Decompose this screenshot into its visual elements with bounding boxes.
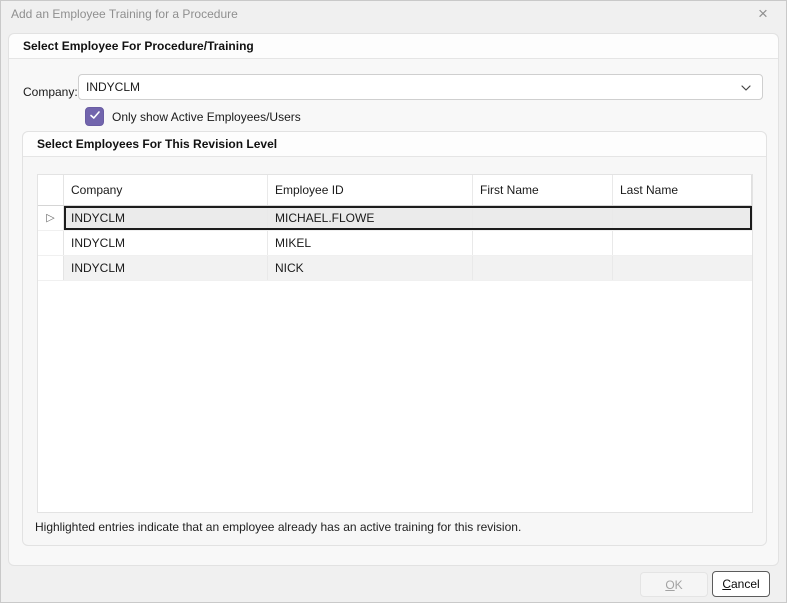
ok-button[interactable]: OK bbox=[640, 572, 708, 597]
table-row[interactable]: INDYCLMMIKEL bbox=[38, 231, 752, 256]
header-last-name[interactable]: Last Name bbox=[613, 175, 752, 205]
table-row[interactable]: INDYCLMNICK bbox=[38, 256, 752, 281]
highlighted-entries-note: Highlighted entries indicate that an emp… bbox=[35, 520, 521, 534]
close-icon[interactable]: × bbox=[746, 0, 780, 28]
select-employees-revision-title: Select Employees For This Revision Level bbox=[23, 132, 766, 157]
table-header-row: Company Employee ID First Name Last Name bbox=[38, 175, 752, 206]
select-employee-group-title: Select Employee For Procedure/Training bbox=[9, 34, 778, 59]
dialog-title: Add an Employee Training for a Procedure bbox=[11, 7, 238, 21]
header-first-name[interactable]: First Name bbox=[473, 175, 613, 205]
cell-last-name[interactable] bbox=[613, 256, 752, 280]
cell-last-name[interactable] bbox=[613, 206, 752, 230]
header-company[interactable]: Company bbox=[64, 175, 268, 205]
dialog-add-employee-training: Add an Employee Training for a Procedure… bbox=[0, 0, 787, 603]
cell-first-name[interactable] bbox=[473, 256, 613, 280]
chevron-down-icon[interactable] bbox=[740, 82, 752, 97]
cell-employee-id[interactable]: NICK bbox=[268, 256, 473, 280]
cell-company[interactable]: INDYCLM bbox=[64, 231, 268, 255]
table-row[interactable]: ▷INDYCLMMICHAEL.FLOWE bbox=[38, 206, 752, 231]
company-label: Company: bbox=[23, 85, 78, 99]
cell-employee-id[interactable]: MIKEL bbox=[268, 231, 473, 255]
current-row-arrow-icon[interactable]: ▷ bbox=[38, 206, 64, 230]
cell-last-name[interactable] bbox=[613, 231, 752, 255]
header-employee-id[interactable]: Employee ID bbox=[268, 175, 473, 205]
cell-employee-id[interactable]: MICHAEL.FLOWE bbox=[268, 206, 473, 230]
company-combobox-value: INDYCLM bbox=[86, 80, 140, 94]
row-selector-cell[interactable] bbox=[38, 231, 64, 255]
cell-company[interactable]: INDYCLM bbox=[64, 206, 268, 230]
cell-first-name[interactable] bbox=[473, 231, 613, 255]
select-employees-revision-group: Select Employees For This Revision Level… bbox=[22, 131, 767, 546]
company-combobox[interactable]: INDYCLM bbox=[78, 74, 763, 100]
cancel-button[interactable]: Cancel bbox=[712, 571, 770, 597]
row-selector-cell[interactable] bbox=[38, 256, 64, 280]
active-only-checkbox-label[interactable]: Only show Active Employees/Users bbox=[112, 110, 301, 124]
cell-company[interactable]: INDYCLM bbox=[64, 256, 268, 280]
employees-table: Company Employee ID First Name Last Name… bbox=[37, 174, 753, 513]
active-only-checkbox[interactable] bbox=[85, 107, 104, 126]
checkmark-icon bbox=[89, 109, 101, 124]
select-employee-group: Select Employee For Procedure/Training C… bbox=[8, 33, 779, 566]
table-body: ▷INDYCLMMICHAEL.FLOWEINDYCLMMIKELINDYCLM… bbox=[38, 206, 752, 281]
header-row-selector bbox=[38, 175, 64, 205]
cell-first-name[interactable] bbox=[473, 206, 613, 230]
